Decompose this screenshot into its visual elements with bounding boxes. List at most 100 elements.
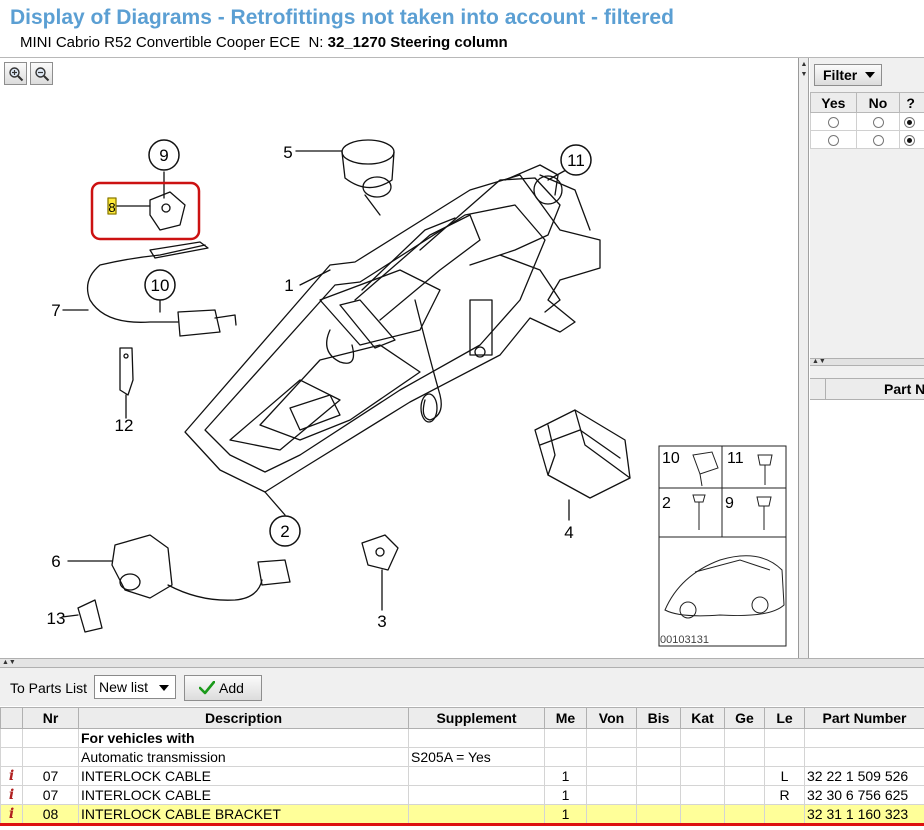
- callout-7[interactable]: 7: [51, 301, 60, 320]
- part-number-column[interactable]: Part N: [884, 381, 924, 397]
- parts-toolbar: To Parts List New list Add: [0, 668, 924, 706]
- steering-column-frame: [184, 174, 601, 493]
- row-nr: 07: [22, 785, 79, 805]
- filter-col-yes: Yes: [810, 92, 857, 113]
- callout-8[interactable]: 8: [108, 200, 115, 215]
- add-label: Add: [219, 680, 244, 696]
- row-nr: 07: [22, 766, 79, 786]
- chevron-down-icon: [865, 72, 875, 78]
- col-info[interactable]: [0, 707, 23, 729]
- callout-3[interactable]: 3: [377, 612, 386, 631]
- row-description: For vehicles with: [78, 728, 409, 748]
- selection-indicator-line: [0, 823, 924, 826]
- parts-list-select[interactable]: New list: [94, 675, 176, 699]
- filter-dropdown-button[interactable]: Filter: [814, 64, 882, 86]
- filter-table: Yes No ?: [810, 92, 924, 149]
- row-nr: 08: [22, 804, 79, 824]
- filter-pane: Filter Yes No ? ▲▼ Part N: [810, 58, 924, 658]
- filter-radio-unknown[interactable]: [904, 135, 916, 147]
- col-kat[interactable]: Kat: [680, 707, 725, 729]
- row-description: INTERLOCK CABLE: [78, 766, 409, 786]
- filter-row: [810, 130, 924, 149]
- group-prefix: N:: [308, 34, 324, 51]
- filter-col-no: No: [855, 92, 901, 113]
- filter-radio-no[interactable]: [872, 135, 884, 147]
- vertical-splitter[interactable]: ▲ ▼: [799, 58, 809, 658]
- zoom-in-button[interactable]: [4, 62, 27, 85]
- info-icon[interactable]: i: [0, 766, 23, 786]
- filter-col-unknown: ?: [899, 92, 924, 113]
- add-button[interactable]: Add: [184, 675, 262, 701]
- callout-5[interactable]: 5: [283, 143, 292, 162]
- col-von[interactable]: Von: [586, 707, 637, 729]
- diagram-pane[interactable]: 9 10 11 2 5 1 7 12 4 6 3 13 8 10 11 2 9 …: [0, 58, 799, 658]
- info-icon[interactable]: [0, 747, 23, 767]
- row-le: R: [764, 785, 805, 805]
- col-me[interactable]: Me: [544, 707, 587, 729]
- row-me: 1: [544, 804, 587, 824]
- zoom-toolbar: [4, 62, 53, 85]
- callout-12[interactable]: 12: [115, 416, 134, 435]
- info-icon[interactable]: [0, 728, 23, 748]
- inset-label-11: 11: [727, 450, 744, 467]
- vehicle-name: MINI Cabrio R52 Convertible Cooper ECE: [20, 34, 301, 51]
- table-row[interactable]: i 07 INTERLOCK CABLE 1 L 32 22 1 509 526: [0, 766, 924, 786]
- window-header: Display of Diagrams - Retrofittings not …: [0, 0, 924, 58]
- table-row[interactable]: i 07 INTERLOCK CABLE 1 R 32 30 6 756 625: [0, 785, 924, 805]
- row-part-number: 32 22 1 509 526: [804, 766, 924, 786]
- col-part-number[interactable]: Part Number: [804, 707, 924, 729]
- callout-9[interactable]: 9: [159, 146, 168, 165]
- horizontal-splitter-right[interactable]: ▲▼: [810, 358, 924, 366]
- info-icon[interactable]: i: [0, 804, 23, 824]
- col-ge[interactable]: Ge: [724, 707, 765, 729]
- part-number-list-header: Part N: [810, 378, 924, 400]
- splitter-down-icon[interactable]: ▼: [799, 70, 809, 80]
- col-nr[interactable]: Nr: [22, 707, 79, 729]
- table-row[interactable]: Automatic transmission S205A = Yes: [0, 747, 924, 767]
- col-bis[interactable]: Bis: [636, 707, 681, 729]
- callout-11[interactable]: 11: [567, 151, 585, 170]
- horizontal-splitter-main[interactable]: ▲▼: [0, 658, 924, 668]
- row-part-number: 32 30 6 756 625: [804, 785, 924, 805]
- filter-label: Filter: [823, 67, 858, 83]
- callout-10[interactable]: 10: [151, 276, 170, 295]
- image-number: 00103131: [660, 634, 709, 646]
- col-description[interactable]: Description: [78, 707, 409, 729]
- col-le[interactable]: Le: [764, 707, 805, 729]
- row-supplement: S205A = Yes: [408, 747, 545, 767]
- filter-radio-unknown[interactable]: [904, 117, 916, 129]
- row-le: L: [764, 766, 805, 786]
- zoom-out-icon: [34, 66, 49, 81]
- callout-1[interactable]: 1: [284, 276, 293, 295]
- filter-radio-yes[interactable]: [827, 117, 839, 129]
- row-description: INTERLOCK CABLE BRACKET: [78, 804, 409, 824]
- vehicle-subtitle: MINI Cabrio R52 Convertible Cooper ECE N…: [20, 34, 508, 51]
- callout-2[interactable]: 2: [280, 522, 289, 541]
- callout-6[interactable]: 6: [51, 552, 60, 571]
- parts-list-value: New list: [99, 679, 149, 695]
- zoom-in-icon: [8, 66, 23, 81]
- filter-row: [810, 112, 924, 131]
- row-me: 1: [544, 766, 587, 786]
- inset-label-2: 2: [662, 495, 671, 512]
- row-description: INTERLOCK CABLE: [78, 785, 409, 805]
- table-row-selected[interactable]: i 08 INTERLOCK CABLE BRACKET 1 32 31 1 1…: [0, 804, 924, 824]
- parts-table: Nr Description Supplement Me Von Bis Kat…: [0, 707, 924, 824]
- inset-panel: [658, 445, 787, 647]
- table-row[interactable]: For vehicles with: [0, 728, 924, 748]
- exploded-diagram[interactable]: 9 10 11 2 5 1 7 12 4 6 3 13 8 10 11 2 9 …: [0, 58, 799, 658]
- splitter-up-icon[interactable]: ▲: [799, 60, 809, 70]
- group-name: 32_1270 Steering column: [327, 34, 508, 51]
- checkmark-icon: [199, 681, 215, 695]
- inset-label-9: 9: [725, 495, 734, 512]
- info-icon[interactable]: i: [0, 785, 23, 805]
- callout-13[interactable]: 13: [47, 609, 66, 628]
- row-me: 1: [544, 785, 587, 805]
- callout-4[interactable]: 4: [564, 523, 573, 542]
- filter-radio-no[interactable]: [872, 117, 884, 129]
- zoom-out-button[interactable]: [30, 62, 53, 85]
- parts-table-header: Nr Description Supplement Me Von Bis Kat…: [0, 707, 924, 729]
- inset-label-10: 10: [662, 450, 680, 467]
- col-supplement[interactable]: Supplement: [408, 707, 545, 729]
- filter-radio-yes[interactable]: [827, 135, 839, 147]
